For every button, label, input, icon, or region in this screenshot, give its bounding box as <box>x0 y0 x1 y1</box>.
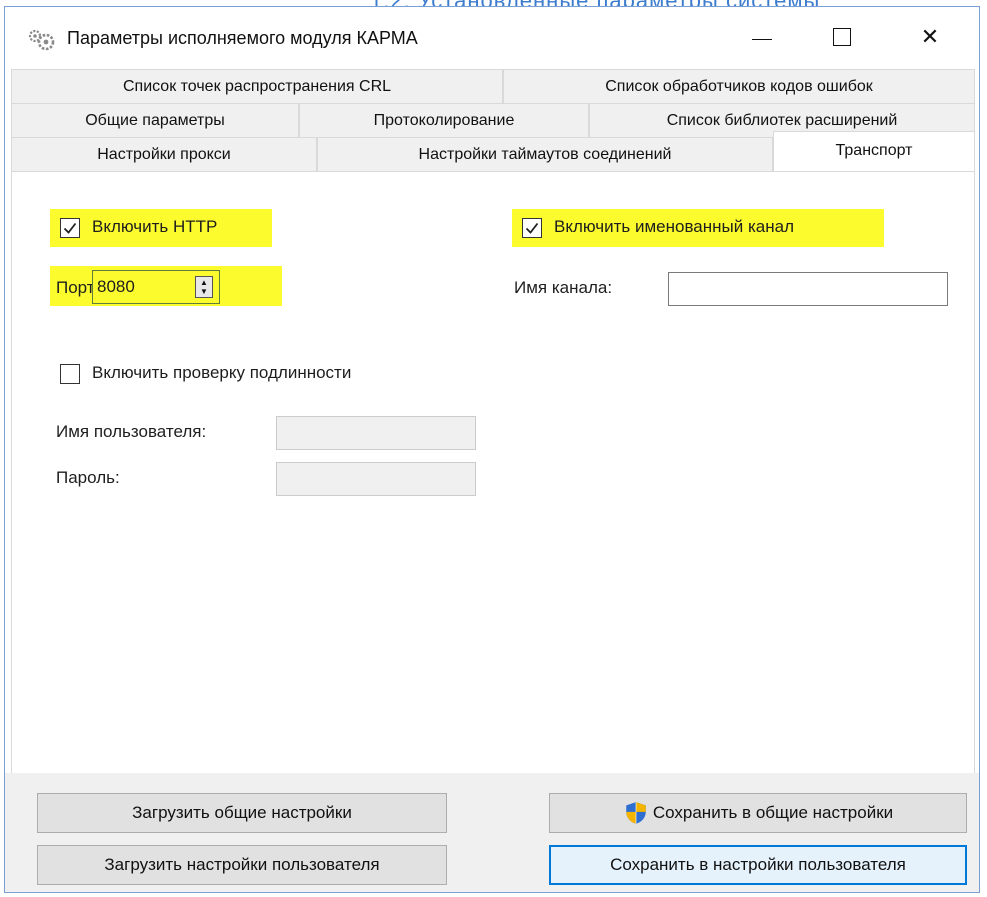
load-common-settings-button[interactable]: Загрузить общие настройки <box>37 793 447 833</box>
tab-label: Список обработчиков кодов ошибок <box>605 77 873 95</box>
username-input[interactable] <box>276 416 476 450</box>
load-user-settings-button[interactable]: Загрузить настройки пользователя <box>37 845 447 885</box>
title-bar[interactable]: Параметры исполняемого модуля КАРМА ✕ <box>5 7 979 69</box>
checkmark-icon <box>525 222 539 234</box>
tab-label: Список библиотек расширений <box>666 111 898 129</box>
port-spin-buttons[interactable]: ▲ ▼ <box>195 276 213 298</box>
port-value[interactable]: 8080 <box>93 277 195 297</box>
button-bar: Загрузить общие настройки Сохранить в об… <box>5 773 979 892</box>
maximize-button[interactable] <box>813 17 871 57</box>
tab-proxy-settings[interactable]: Настройки прокси <box>11 137 317 171</box>
gears-icon <box>27 29 61 51</box>
button-label: Загрузить общие настройки <box>132 803 352 822</box>
button-label: Сохранить в настройки пользователя <box>610 855 906 874</box>
checkmark-icon <box>63 222 77 234</box>
password-input[interactable] <box>276 462 476 496</box>
window-title: Параметры исполняемого модуля КАРМА <box>67 28 418 48</box>
uac-shield-icon <box>626 802 646 824</box>
save-user-settings-button[interactable]: Сохранить в настройки пользователя <box>549 845 967 885</box>
channel-name-label: Имя канала: <box>514 278 613 297</box>
enable-auth-label: Включить проверку подлинности <box>92 363 352 382</box>
tab-row-3: Настройки прокси Настройки таймаутов сое… <box>11 131 975 171</box>
button-label: Сохранить в общие настройки <box>652 803 894 822</box>
enable-http-label: Включить HTTP <box>92 217 218 236</box>
tab-label: Настройки прокси <box>97 145 231 163</box>
tab-connection-timeouts[interactable]: Настройки таймаутов соединений <box>317 137 773 171</box>
tab-label: Общие параметры <box>85 111 225 129</box>
tab-error-handlers[interactable]: Список обработчиков кодов ошибок <box>503 69 975 103</box>
close-button[interactable]: ✕ <box>901 17 959 57</box>
enable-http-checkbox[interactable] <box>60 218 80 238</box>
tab-label: Настройки таймаутов соединений <box>418 145 672 163</box>
tab-row-1: Список точек распространения CRL Список … <box>11 69 975 103</box>
tab-label: Список точек распространения CRL <box>122 77 392 95</box>
settings-window: Параметры исполняемого модуля КАРМА ✕ Сп… <box>4 6 980 893</box>
channel-name-input[interactable] <box>668 272 948 306</box>
transport-panel: Включить HTTP Включить именованный канал… <box>11 171 975 776</box>
arrow-down-icon[interactable]: ▼ <box>200 287 208 296</box>
close-icon: ✕ <box>920 24 940 49</box>
tab-general-parameters[interactable]: Общие параметры <box>11 103 299 137</box>
username-label: Имя пользователя: <box>56 422 207 441</box>
enable-named-pipe-label: Включить именованный канал <box>554 217 795 236</box>
tab-transport[interactable]: Транспорт <box>773 131 975 171</box>
tab-crl-distribution-points[interactable]: Список точек распространения CRL <box>11 69 503 103</box>
minimize-icon <box>752 38 772 40</box>
port-stepper[interactable]: 8080 ▲ ▼ <box>92 270 220 304</box>
tab-label: Протоколирование <box>373 111 515 129</box>
save-common-settings-button[interactable]: Сохранить в общие настройки <box>549 793 967 833</box>
tab-label: Транспорт <box>835 142 913 159</box>
maximize-icon <box>833 28 851 46</box>
arrow-up-icon[interactable]: ▲ <box>200 278 208 287</box>
minimize-button[interactable] <box>733 17 791 57</box>
password-label: Пароль: <box>56 468 120 487</box>
enable-auth-checkbox[interactable] <box>60 364 80 384</box>
tab-logging[interactable]: Протоколирование <box>299 103 589 137</box>
button-label: Загрузить настройки пользователя <box>104 855 380 874</box>
enable-named-pipe-checkbox[interactable] <box>522 218 542 238</box>
